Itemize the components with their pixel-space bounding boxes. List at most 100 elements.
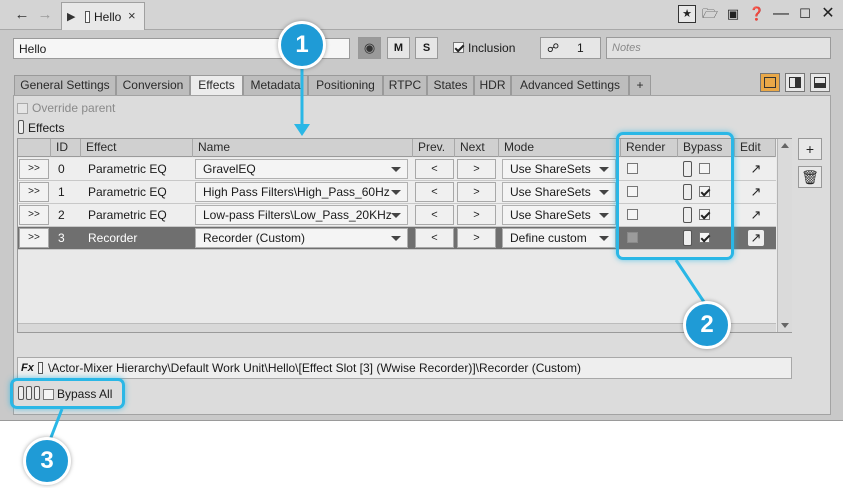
- mode-select[interactable]: Use ShareSets: [502, 159, 616, 179]
- chevron-down-icon: [599, 213, 609, 218]
- scroll-down-icon[interactable]: [781, 323, 789, 328]
- mode-select[interactable]: Use ShareSets: [502, 182, 616, 202]
- title-bar: ← → ▶ Hello × ★ 🗁 ▣ ❓ — ☐ ✕: [0, 0, 843, 30]
- arrow-right-icon[interactable]: →: [35, 5, 55, 25]
- header-next[interactable]: Next: [455, 139, 499, 157]
- help-icon[interactable]: ❓: [748, 5, 766, 23]
- save-icon[interactable]: ▣: [724, 5, 742, 23]
- horizontal-scrollbar[interactable]: [18, 323, 776, 332]
- external-edit-icon[interactable]: ↗: [748, 207, 764, 223]
- next-button[interactable]: >: [457, 205, 496, 225]
- chevron-down-icon: [599, 190, 609, 195]
- plus-icon: +: [805, 141, 815, 157]
- tab-add[interactable]: +: [629, 75, 651, 95]
- tab-positioning[interactable]: Positioning: [308, 75, 383, 95]
- effect-path-text: \Actor-Mixer Hierarchy\Default Work Unit…: [48, 361, 582, 375]
- folder-icon[interactable]: 🗁: [701, 5, 719, 23]
- effect-path-bar: Fx \Actor-Mixer Hierarchy\Default Work U…: [17, 357, 792, 379]
- close-tab-icon[interactable]: ×: [128, 8, 136, 23]
- cell-effect: Parametric EQ: [88, 208, 167, 222]
- effect-name-select[interactable]: Low-pass Filters\Low_Pass_20KHz: [195, 205, 408, 225]
- inclusion-checkbox[interactable]: [453, 42, 464, 53]
- tab-effects[interactable]: Effects: [190, 75, 243, 96]
- tab-general-settings[interactable]: General Settings: [14, 75, 116, 95]
- external-edit-icon[interactable]: ↗: [748, 230, 764, 246]
- expand-button[interactable]: >>: [19, 182, 49, 202]
- chevron-down-icon: [391, 213, 401, 218]
- next-button[interactable]: >: [457, 159, 496, 179]
- expand-button[interactable]: >>: [19, 159, 49, 179]
- chevron-down-icon: [391, 236, 401, 241]
- color-palette-button[interactable]: ◉: [358, 37, 381, 59]
- effect-name-select[interactable]: Recorder (Custom): [195, 228, 408, 248]
- cell-id: 3: [58, 231, 65, 245]
- pin-icon[interactable]: [85, 11, 90, 23]
- effect-name-select[interactable]: High Pass Filters\High_Pass_60Hz: [195, 182, 408, 202]
- external-edit-icon[interactable]: ↗: [748, 161, 764, 177]
- trash-icon: 🗑: [801, 169, 819, 185]
- tab-conversion[interactable]: Conversion: [116, 75, 190, 95]
- cell-id: 0: [58, 162, 65, 176]
- prev-button[interactable]: <: [415, 228, 454, 248]
- notes-field[interactable]: Notes: [606, 37, 831, 59]
- next-button[interactable]: >: [457, 182, 496, 202]
- mode-select[interactable]: Use ShareSets: [502, 205, 616, 225]
- effect-name-value: GravelEQ: [203, 162, 256, 176]
- star-icon[interactable]: ★: [678, 5, 696, 23]
- shared-references-button[interactable]: ☍ 1: [540, 37, 601, 59]
- expand-button[interactable]: >>: [19, 205, 49, 225]
- solo-button[interactable]: S: [415, 37, 438, 59]
- header-edit[interactable]: Edit: [735, 139, 776, 157]
- layout-single-icon: [764, 77, 776, 88]
- layout-split-vertical-button[interactable]: [785, 73, 805, 92]
- callout-highlight-bypass-all: [10, 378, 125, 409]
- tab-hdr[interactable]: HDR: [474, 75, 511, 95]
- header-prev[interactable]: Prev.: [413, 139, 455, 157]
- share-count: 1: [577, 41, 584, 55]
- effects-bypass-handle[interactable]: [18, 120, 24, 134]
- delete-effect-button[interactable]: 🗑: [798, 166, 822, 188]
- effect-name-value: Low-pass Filters\Low_Pass_20KHz: [203, 208, 392, 222]
- scroll-up-icon[interactable]: [781, 143, 789, 148]
- mode-value: Use ShareSets: [510, 162, 591, 176]
- mute-button[interactable]: M: [387, 37, 410, 59]
- tab-advanced-settings[interactable]: Advanced Settings: [511, 75, 629, 95]
- close-icon[interactable]: ✕: [819, 5, 837, 23]
- vertical-scrollbar[interactable]: [777, 139, 792, 332]
- header-name[interactable]: Name: [193, 139, 413, 157]
- mode-value: Define custom: [510, 231, 587, 245]
- inclusion-label: Inclusion: [468, 41, 516, 55]
- expand-button[interactable]: >>: [19, 228, 49, 248]
- chevron-down-icon: [391, 167, 401, 172]
- tab-rtpc[interactable]: RTPC: [383, 75, 427, 95]
- effects-section-label: Effects: [28, 121, 65, 135]
- layout-single-button[interactable]: [760, 73, 780, 92]
- cell-id: 1: [58, 185, 65, 199]
- tab-states[interactable]: States: [427, 75, 474, 95]
- maximize-icon[interactable]: ☐: [796, 5, 814, 23]
- header-mode[interactable]: Mode: [499, 139, 621, 157]
- mode-value: Use ShareSets: [510, 208, 591, 222]
- minimize-icon[interactable]: —: [772, 5, 790, 23]
- prev-button[interactable]: <: [415, 182, 454, 202]
- override-parent-checkbox[interactable]: [17, 103, 28, 114]
- cell-effect: Parametric EQ: [88, 162, 167, 176]
- prev-button[interactable]: <: [415, 205, 454, 225]
- next-button[interactable]: >: [457, 228, 496, 248]
- prev-button[interactable]: <: [415, 159, 454, 179]
- header-effect[interactable]: Effect: [81, 139, 193, 157]
- sound-object-icon: ▶: [67, 11, 76, 23]
- document-tab[interactable]: ▶ Hello ×: [61, 2, 145, 30]
- mode-select[interactable]: Define custom: [502, 228, 616, 248]
- layout-split-horizontal-button[interactable]: [810, 73, 830, 92]
- tab-metadata[interactable]: Metadata: [243, 75, 308, 95]
- path-bypass-handle[interactable]: [38, 362, 43, 374]
- cell-effect: Parametric EQ: [88, 185, 167, 199]
- external-edit-icon[interactable]: ↗: [748, 184, 764, 200]
- arrow-left-icon[interactable]: ←: [12, 5, 32, 25]
- add-effect-button[interactable]: +: [798, 138, 822, 160]
- chevron-down-icon: [391, 190, 401, 195]
- header-id[interactable]: ID: [51, 139, 81, 157]
- override-parent-label: Override parent: [32, 101, 116, 115]
- effect-name-select[interactable]: GravelEQ: [195, 159, 408, 179]
